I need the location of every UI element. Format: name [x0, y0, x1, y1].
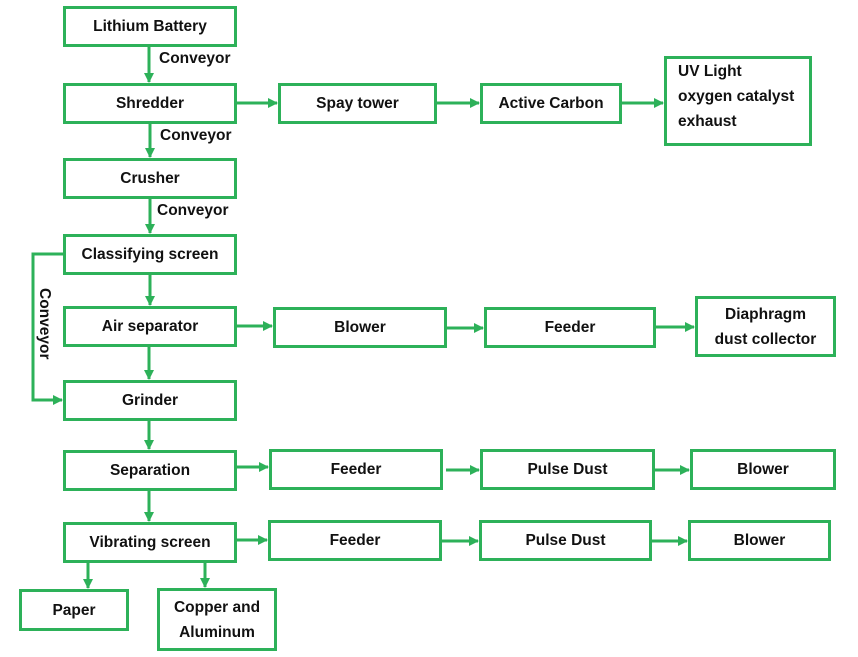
- node-label-line: Diaphragm: [725, 305, 806, 323]
- node-label-line: dust collector: [714, 330, 817, 348]
- node-label: Grinder: [122, 392, 178, 409]
- node-lithium-battery: Lithium Battery: [63, 6, 237, 47]
- node-label: Blower: [334, 319, 386, 336]
- node-pulse-dust: Pulse Dust: [480, 449, 655, 490]
- node-label: Separation: [109, 462, 191, 479]
- node-label: Shredder: [115, 95, 185, 112]
- node-label: Vibrating screen: [89, 534, 211, 551]
- node-active-carbon: Active Carbon: [480, 83, 622, 124]
- node-feeder: Feeder: [269, 449, 443, 490]
- node-label: Active Carbon: [498, 95, 604, 112]
- edge-label-conveyor: Conveyor: [157, 202, 229, 219]
- node-uv-light: UV Light oxygen catalyst exhaust: [664, 56, 812, 146]
- node-separation: Separation: [63, 450, 237, 491]
- node-spay-tower: Spay tower: [278, 83, 437, 124]
- node-vibrating-screen: Vibrating screen: [63, 522, 237, 563]
- node-blower: Blower: [273, 307, 447, 348]
- node-label: Feeder: [329, 532, 381, 549]
- node-label-line: Copper and: [173, 598, 261, 616]
- node-blower: Blower: [688, 520, 831, 561]
- edge-label-conveyor: Conveyor: [160, 127, 232, 144]
- node-label: Blower: [737, 461, 789, 478]
- node-label: Classifying screen: [81, 246, 219, 263]
- edge-label-conveyor-vertical: Conveyor: [36, 288, 53, 360]
- node-label: Pulse Dust: [525, 532, 606, 549]
- node-paper: Paper: [19, 589, 129, 631]
- node-copper-aluminum: Copper and Aluminum: [157, 588, 277, 651]
- node-feeder: Feeder: [484, 307, 656, 348]
- node-feeder: Feeder: [268, 520, 442, 561]
- node-label: Paper: [52, 601, 96, 619]
- node-pulse-dust: Pulse Dust: [479, 520, 652, 561]
- node-air-separator: Air separator: [63, 306, 237, 347]
- node-label: Spay tower: [316, 95, 399, 112]
- node-label: Pulse Dust: [527, 461, 608, 478]
- node-label: Blower: [733, 532, 786, 549]
- node-grinder: Grinder: [63, 380, 237, 421]
- node-blower: Blower: [690, 449, 836, 490]
- edge-label-conveyor: Conveyor: [159, 50, 231, 67]
- node-label-line: oxygen catalyst: [678, 88, 795, 105]
- node-label: Feeder: [544, 319, 596, 336]
- node-classifying-screen: Classifying screen: [63, 234, 237, 275]
- node-label: Lithium Battery: [93, 18, 207, 35]
- node-diaphragm-dust-collector: Diaphragm dust collector: [695, 296, 836, 357]
- node-crusher: Crusher: [63, 158, 237, 199]
- node-label: Air separator: [101, 318, 199, 335]
- node-label-line: exhaust: [678, 113, 737, 130]
- node-label: Crusher: [120, 170, 180, 187]
- node-label: Feeder: [330, 461, 382, 478]
- node-shredder: Shredder: [63, 83, 237, 124]
- node-label-line: Aluminum: [179, 623, 255, 641]
- node-label-line: UV Light: [678, 63, 742, 80]
